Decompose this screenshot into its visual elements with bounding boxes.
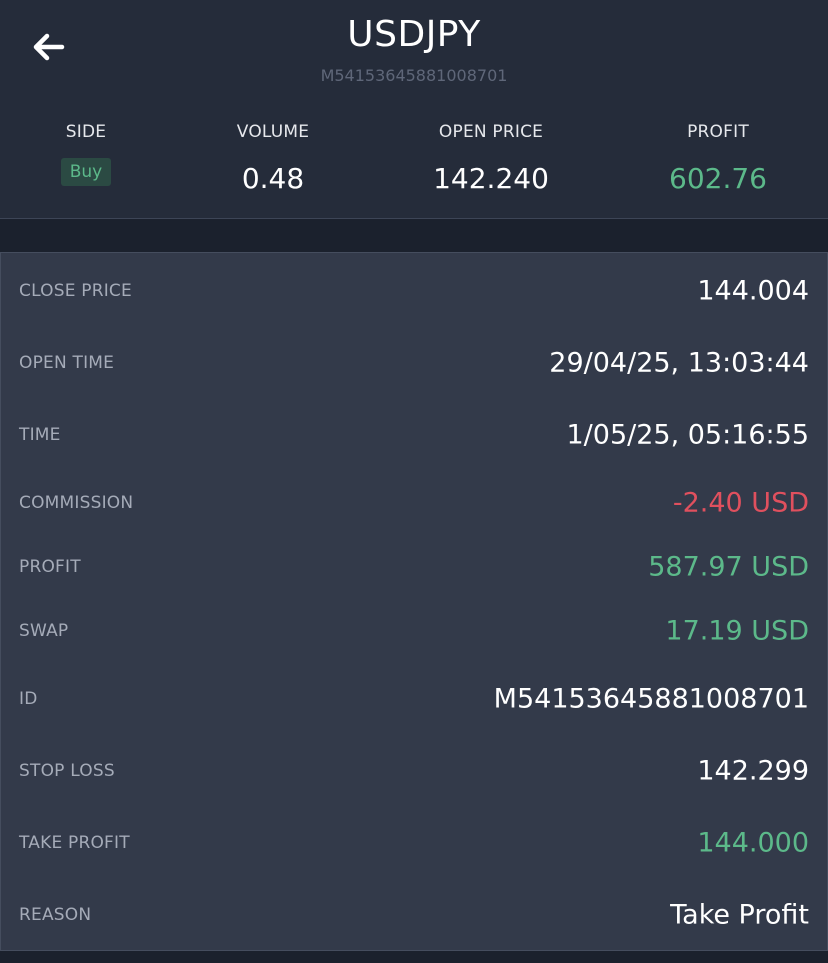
time-value: 1/05/25, 05:16:55 (566, 419, 809, 451)
open-price-value: 142.240 (433, 162, 549, 195)
section-divider (0, 219, 828, 252)
volume-value: 0.48 (241, 162, 305, 195)
time-label: TIME (19, 425, 61, 445)
detail-row-stop-loss: STOP LOSS 142.299 (1, 751, 827, 791)
id-label: ID (19, 689, 38, 709)
detail-row-take-profit: TAKE PROFIT 144.000 (1, 823, 827, 863)
detail-row-id: ID M54153645881008701 (1, 679, 827, 719)
bottom-divider (0, 951, 828, 963)
page-title: USDJPY (347, 14, 481, 55)
details-card: CLOSE PRICE 144.004 OPEN TIME 29/04/25, … (0, 252, 828, 951)
swap-label: SWAP (19, 621, 69, 641)
side-label: SIDE (65, 122, 107, 142)
profit-detail-value: 587.97 USD (648, 551, 809, 583)
side-badge: Buy (60, 158, 112, 186)
open-time-label: OPEN TIME (19, 353, 115, 373)
volume-stat: VOLUME 0.48 (213, 122, 333, 195)
open-price-label: OPEN PRICE (438, 122, 544, 142)
stop-loss-label: STOP LOSS (19, 761, 115, 781)
take-profit-label: TAKE PROFIT (19, 833, 130, 853)
detail-row-swap: SWAP 17.19 USD (1, 611, 827, 651)
open-time-value: 29/04/25, 13:03:44 (549, 347, 809, 379)
order-id-subtitle: M54153645881008701 (320, 66, 508, 85)
reason-value: Take Profit (670, 899, 809, 931)
open-price-stat: OPEN PRICE 142.240 (410, 122, 572, 195)
take-profit-value: 144.000 (697, 827, 809, 859)
detail-row-commission: COMMISSION -2.40 USD (1, 483, 827, 523)
profit-detail-label: PROFIT (19, 557, 81, 577)
commission-value: -2.40 USD (672, 487, 809, 519)
header: USDJPY M54153645881008701 SIDE Buy VOLUM… (0, 0, 828, 219)
reason-label: REASON (19, 905, 92, 925)
stop-loss-value: 142.299 (697, 755, 809, 787)
profit-stat: PROFIT 602.76 (648, 122, 788, 195)
close-price-label: CLOSE PRICE (19, 281, 132, 301)
detail-row-reason: REASON Take Profit (1, 895, 827, 935)
detail-row-open-time: OPEN TIME 29/04/25, 13:03:44 (1, 343, 827, 383)
profit-value: 602.76 (669, 162, 767, 195)
profit-label: PROFIT (687, 122, 749, 142)
swap-value: 17.19 USD (665, 615, 809, 647)
commission-label: COMMISSION (19, 493, 134, 513)
detail-row-time: TIME 1/05/25, 05:16:55 (1, 415, 827, 455)
detail-row-close-price: CLOSE PRICE 144.004 (1, 271, 827, 311)
close-price-value: 144.004 (697, 275, 809, 307)
detail-row-profit: PROFIT 587.97 USD (1, 547, 827, 587)
id-value: M54153645881008701 (493, 683, 809, 715)
side-stat: SIDE Buy (36, 122, 136, 186)
volume-label: VOLUME (236, 122, 310, 142)
